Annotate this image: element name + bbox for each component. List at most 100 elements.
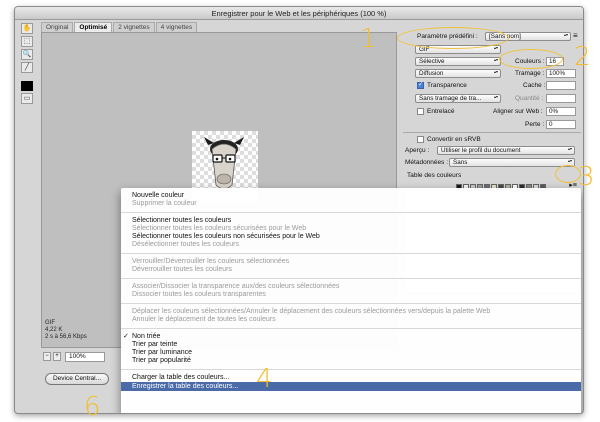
- annotation-3: 3: [578, 162, 595, 192]
- divider: [403, 132, 581, 133]
- menu-separator: [121, 278, 581, 279]
- info-download-time: 2 s à 56,6 Kbps: [45, 334, 87, 340]
- tab-original[interactable]: Original: [41, 22, 74, 32]
- menu-item: Annuler le déplacement de toutes les cou…: [121, 316, 581, 324]
- menu-item: Déplacer les couleurs sélectionnées/Annu…: [121, 308, 581, 316]
- dither-select[interactable]: Diffusion: [415, 69, 501, 78]
- menu-item-label: Enregistrer la table des couleurs...: [132, 383, 239, 390]
- preview-profile-label: Aperçu :: [405, 147, 430, 154]
- menu-item[interactable]: Enregistrer la table des couleurs...: [121, 382, 581, 391]
- matte-field[interactable]: [546, 81, 576, 90]
- optimization-info: GIF 4,22 K 2 s à 56,6 Kbps: [45, 320, 87, 341]
- menu-item[interactable]: Trier par luminance: [121, 349, 581, 357]
- menu-separator: [121, 212, 581, 213]
- menu-item[interactable]: Trier par teinte: [121, 341, 581, 349]
- lossy-label: Perte :: [525, 121, 545, 128]
- lossy-field[interactable]: 0: [546, 120, 576, 129]
- view-tabs: Original Optimisé 2 vignettes 4 vignette…: [41, 22, 198, 32]
- zoom-in-button[interactable]: +: [53, 352, 61, 361]
- menu-item: Sélectionner toutes les couleurs sécuris…: [121, 225, 581, 233]
- annotation-4: 4: [256, 364, 273, 394]
- menu-item: Déverrouiller toutes les couleurs: [121, 266, 581, 274]
- menu-item-label: Non triée: [132, 333, 161, 340]
- interlaced-checkbox[interactable]: [417, 108, 424, 115]
- web-snap-field[interactable]: 0%: [546, 107, 576, 116]
- tab-2-up[interactable]: 2 vignettes: [113, 22, 155, 32]
- menu-item[interactable]: Sélectionner toutes les couleurs non séc…: [121, 233, 581, 241]
- info-format: GIF: [45, 320, 55, 326]
- metadata-select[interactable]: Sans: [449, 158, 575, 167]
- transparency-label: Transparence: [427, 82, 467, 89]
- menu-item[interactable]: Sélectionner toutes les couleurs: [121, 217, 581, 225]
- menu-item: Supprimer la couleur: [121, 200, 581, 208]
- hand-icon[interactable]: ✋: [21, 23, 33, 34]
- window-title: Enregistrer pour le Web et les périphéri…: [15, 7, 583, 20]
- web-snap-label: Aligner sur Web :: [493, 108, 543, 115]
- menu-item[interactable]: Charger la table des couleurs...: [121, 374, 581, 382]
- menu-item-label: Trier par luminance: [132, 349, 193, 356]
- transparency-dither-select[interactable]: Sans tramage de tra...: [415, 94, 501, 103]
- eyedropper-icon[interactable]: ╱: [21, 62, 33, 73]
- preset-highlight: [397, 27, 509, 49]
- info-size: 4,22 K: [45, 327, 63, 333]
- menu-item-label: Sélectionner toutes les couleurs: [132, 217, 232, 224]
- dither-amount-label: Tramage :: [515, 70, 545, 77]
- matte-label: Cache :: [523, 82, 546, 89]
- menu-item[interactable]: ✓ Non triée: [121, 333, 581, 341]
- menu-item-label: Charger la table des couleurs...: [132, 374, 230, 381]
- zoom-level-field[interactable]: 100%: [65, 352, 105, 362]
- menu-item-label: Désélectionner toutes les couleurs: [132, 241, 240, 248]
- menu-item-label: Nouvelle couleur: [132, 192, 185, 199]
- transparency-checkbox[interactable]: ✓: [417, 82, 424, 89]
- menu-item-label: Trier par teinte: [132, 341, 178, 348]
- colors-highlight: [499, 49, 563, 69]
- menu-separator: [121, 328, 581, 329]
- convert-srgb-label: Convertir en sRVB: [427, 136, 481, 143]
- color-table-context-menu: Nouvelle couleur Supprimer la couleur Séle…: [121, 188, 581, 413]
- preset-menu-icon[interactable]: ≡: [573, 31, 578, 40]
- menu-item[interactable]: Nouvelle couleur: [121, 192, 581, 200]
- menu-separator: [121, 253, 581, 254]
- gnu-mascot-image: [204, 137, 244, 192]
- save-for-web-window: Enregistrer pour le Web et les périphéri…: [14, 6, 584, 414]
- device-central-button[interactable]: Device Central...: [45, 373, 109, 385]
- menu-item-label: Déverrouiller toutes les couleurs: [132, 266, 232, 273]
- tool-column: ✋ ⬚ 🔍 ╱ ▭: [21, 23, 35, 106]
- menu-item-label: Annuler le déplacement de toutes les cou…: [132, 316, 276, 323]
- interlaced-label: Entrelacé: [427, 108, 455, 115]
- color-table-label: Table des couleurs: [407, 172, 462, 179]
- zoom-icon[interactable]: 🔍: [21, 49, 33, 60]
- eyedropper-color-swatch[interactable]: [21, 81, 33, 91]
- menu-separator: [121, 369, 581, 370]
- amount-label: Quantité :: [515, 95, 544, 102]
- amount-field[interactable]: [546, 94, 576, 103]
- annotation-2: 2: [574, 42, 591, 72]
- menu-separator: [121, 303, 581, 304]
- menu-item-label: Sélectionner toutes les couleurs sécuris…: [132, 225, 307, 232]
- menu-item[interactable]: Trier par popularité: [121, 357, 581, 365]
- tab-4-up[interactable]: 4 vignettes: [155, 22, 198, 32]
- annotation-1: 1: [360, 24, 377, 54]
- menu-item-label: Associer/Dissocier la transparence aux/d…: [132, 283, 340, 290]
- menu-item: Désélectionner toutes les couleurs: [121, 241, 581, 249]
- slice-select-icon[interactable]: ⬚: [21, 36, 33, 47]
- preview-profile-select[interactable]: Utiliser le profil du document: [437, 146, 575, 155]
- checkmark-icon: ✓: [123, 333, 129, 340]
- menu-item-label: Dissocier toutes les couleurs transparen…: [132, 291, 266, 298]
- dither-amount-field[interactable]: 100%: [546, 69, 576, 78]
- menu-item-label: Verrouiller/Déverrouiller les couleurs s…: [132, 258, 290, 265]
- menu-item-label: Déplacer les couleurs sélectionnées/Annu…: [132, 308, 491, 315]
- convert-srgb-checkbox[interactable]: [417, 136, 424, 143]
- menu-item: Verrouiller/Déverrouiller les couleurs s…: [121, 258, 581, 266]
- zoom-out-button[interactable]: −: [43, 352, 51, 361]
- reduction-select[interactable]: Sélective: [415, 57, 501, 66]
- menu-item-label: Trier par popularité: [132, 357, 191, 364]
- menu-item-label: Supprimer la couleur: [132, 200, 197, 207]
- menu-item: Associer/Dissocier la transparence aux/d…: [121, 283, 581, 291]
- metadata-label: Métadonnées :: [405, 159, 449, 166]
- menu-item: Dissocier toutes les couleurs transparen…: [121, 291, 581, 299]
- annotation-6: 6: [84, 392, 101, 422]
- toggle-slices-icon[interactable]: ▭: [21, 93, 33, 104]
- menu-item-label: Sélectionner toutes les couleurs non séc…: [132, 233, 320, 240]
- tab-optimized[interactable]: Optimisé: [74, 22, 113, 32]
